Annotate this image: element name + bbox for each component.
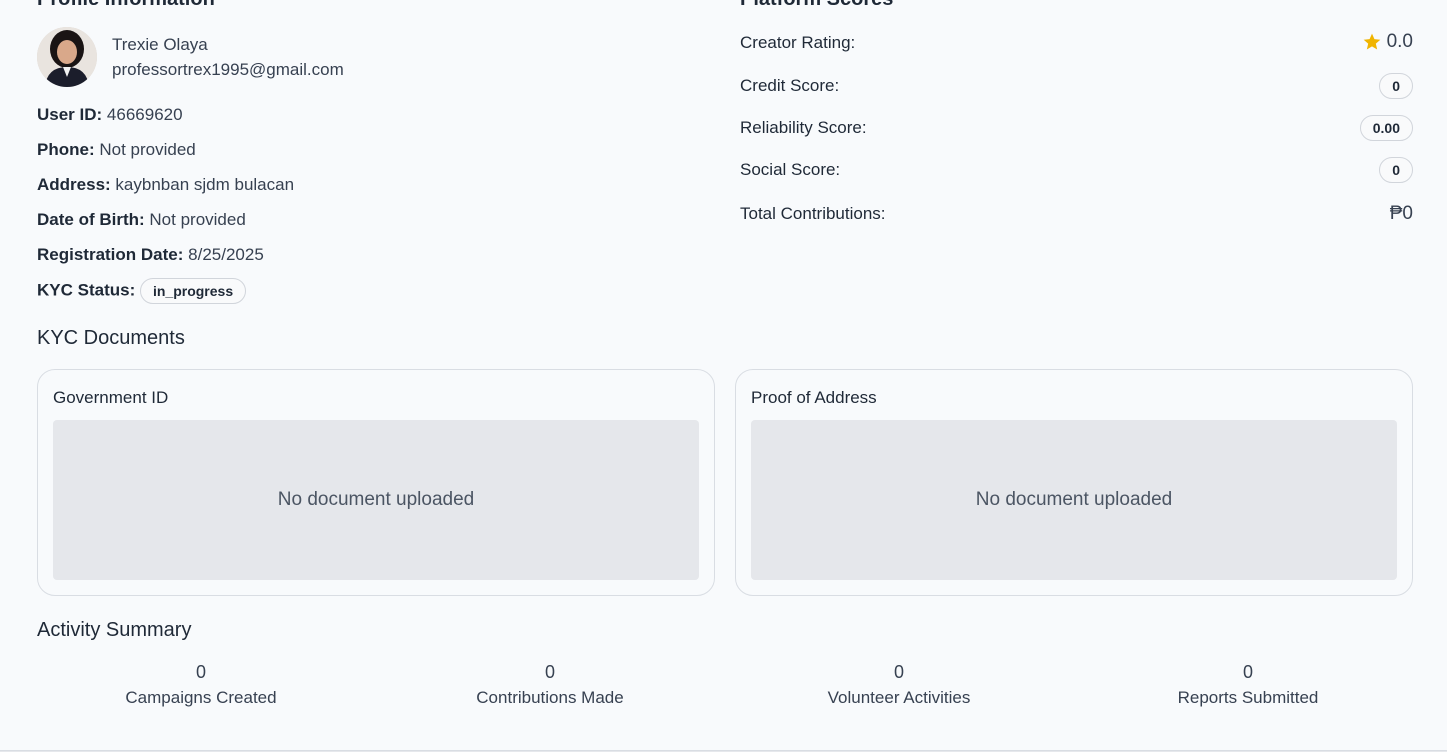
activity-summary-title: Activity Summary	[37, 619, 192, 641]
creator-rating: 0.0	[1362, 31, 1413, 53]
activity-label: Reports Submitted	[1177, 688, 1319, 707]
user-avatar-image	[37, 27, 97, 87]
activity-contributions-made: 0 Contributions Made	[400, 662, 700, 708]
proof-of-address-title: Proof of Address	[751, 388, 877, 407]
activity-volunteer-activities: 0 Volunteer Activities	[749, 662, 1049, 708]
activity-value: 0	[195, 662, 206, 682]
social-score-label: Social Score:	[740, 160, 841, 179]
creator-rating-value: 0.0	[1386, 31, 1413, 52]
reliability-score-badge: 0.00	[1359, 115, 1413, 141]
phone-value: Not provided	[99, 140, 196, 159]
total-contributions-label: Total Contributions:	[740, 204, 886, 223]
proof-of-address-card: Proof of Address No document uploaded	[735, 369, 1413, 596]
address-label: Address:	[37, 175, 111, 194]
registration-row: Registration Date: 8/25/2025	[37, 245, 264, 265]
social-score-badge: 0	[1379, 157, 1413, 183]
activity-value: 0	[893, 662, 904, 682]
government-id-card: Government ID No document uploaded	[37, 369, 715, 596]
kyc-status-badge: in_progress	[139, 278, 247, 304]
user-id-label: User ID:	[37, 105, 103, 124]
scores-section-title: Platform Scores	[740, 0, 893, 11]
credit-score-label: Credit Score:	[740, 76, 840, 95]
registration-value: 8/25/2025	[188, 245, 264, 264]
address-row: Address: kaybnban sjdm bulacan	[37, 175, 294, 195]
user-name: Trexie Olaya	[112, 35, 208, 54]
kyc-documents-title: KYC Documents	[37, 327, 185, 349]
profile-section-title: Profile Information	[37, 0, 215, 11]
avatar	[37, 27, 97, 87]
proof-of-address-placeholder-text: No document uploaded	[975, 489, 1173, 510]
address-value: kaybnban sjdm bulacan	[115, 175, 295, 194]
credit-score-badge: 0	[1379, 73, 1413, 99]
kyc-status-row: KYC Status: in_progress	[37, 278, 247, 304]
registration-label: Registration Date:	[37, 245, 184, 264]
user-email: professortrex1995@gmail.com	[112, 60, 344, 79]
activity-value: 0	[1242, 662, 1253, 682]
phone-label: Phone:	[37, 140, 95, 159]
government-id-placeholder: No document uploaded	[53, 420, 699, 580]
activity-campaigns-created: 0 Campaigns Created	[51, 662, 351, 708]
activity-label: Contributions Made	[476, 688, 624, 707]
user-id-row: User ID: 46669620	[37, 105, 183, 125]
phone-row: Phone: Not provided	[37, 140, 196, 160]
user-detail-panel: Profile Information Platform Scores Trex…	[0, 0, 1447, 751]
creator-rating-label: Creator Rating:	[740, 33, 856, 52]
star-icon	[1363, 33, 1380, 50]
activity-reports-submitted: 0 Reports Submitted	[1098, 662, 1398, 708]
dob-label: Date of Birth:	[37, 210, 145, 229]
user-id-value: 46669620	[106, 105, 183, 124]
total-contributions-value: ₱0	[1389, 203, 1413, 224]
government-id-title: Government ID	[53, 388, 169, 407]
reliability-score-label: Reliability Score:	[740, 118, 867, 137]
activity-value: 0	[544, 662, 555, 682]
dob-row: Date of Birth: Not provided	[37, 210, 246, 230]
government-id-placeholder-text: No document uploaded	[277, 489, 475, 510]
kyc-status-label: KYC Status:	[37, 280, 136, 300]
dob-value: Not provided	[149, 210, 246, 229]
activity-label: Campaigns Created	[125, 688, 277, 707]
proof-of-address-placeholder: No document uploaded	[751, 420, 1397, 580]
activity-label: Volunteer Activities	[827, 688, 971, 707]
